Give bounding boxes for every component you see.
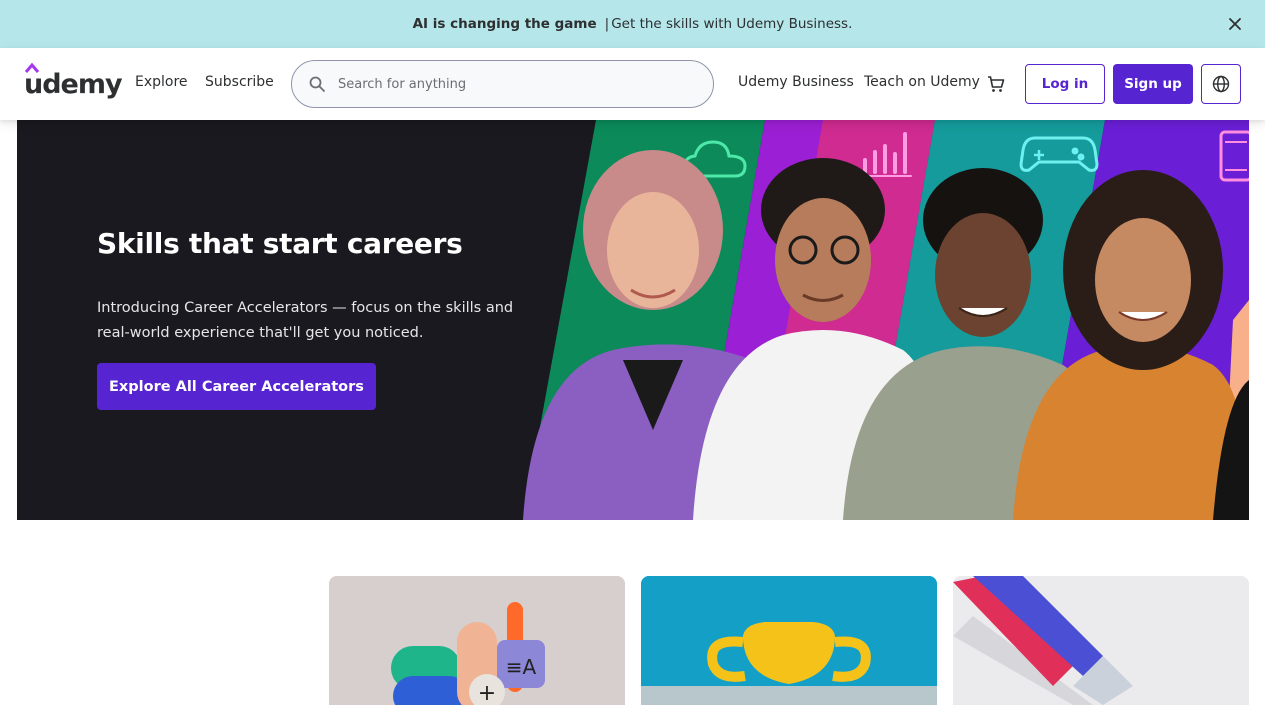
explore-career-accelerators-button[interactable]: Explore All Career Accelerators <box>97 363 376 410</box>
hero-title: Skills that start careers <box>97 227 463 260</box>
globe-icon <box>1212 75 1230 93</box>
nav-udemy-business[interactable]: Udemy Business <box>738 74 854 90</box>
svg-text:≡A: ≡A <box>506 655 537 679</box>
career-card-trophy[interactable] <box>641 576 937 705</box>
trophy-illustration <box>641 576 937 705</box>
ribbon-illustration <box>953 576 1249 705</box>
banner-text[interactable]: Get the skills with Udemy Business. <box>611 16 852 32</box>
site-header: udemy Explore Subscribe Udemy Business T… <box>0 48 1265 120</box>
nav-explore[interactable]: Explore <box>135 74 188 90</box>
promo-banner: AI is changing the game | Get the skills… <box>0 0 1265 48</box>
search-icon[interactable] <box>308 75 326 93</box>
svg-text:+: + <box>478 681 496 705</box>
hero-banner: Skills that start careers Introducing Ca… <box>17 120 1249 520</box>
search-input[interactable] <box>338 76 698 92</box>
banner-separator: | <box>604 16 610 32</box>
udemy-logo[interactable]: udemy <box>24 63 123 102</box>
career-card-building-blocks[interactable]: ≡A + <box>329 576 625 705</box>
close-icon[interactable] <box>1225 14 1245 34</box>
career-card-ribbon[interactable] <box>953 576 1249 705</box>
nav-teach-on-udemy[interactable]: Teach on Udemy <box>864 74 980 90</box>
search-bar[interactable] <box>291 60 714 108</box>
hero-description: Introducing Career Accelerators — focus … <box>97 300 514 341</box>
banner-headline[interactable]: AI is changing the game <box>413 16 597 32</box>
building-blocks-illustration: ≡A + <box>329 576 625 705</box>
nav-subscribe[interactable]: Subscribe <box>205 74 274 90</box>
logo-text: udemy <box>24 68 123 100</box>
cart-icon[interactable] <box>986 74 1006 94</box>
hero-illustration <box>523 120 1249 520</box>
signup-button[interactable]: Sign up <box>1113 64 1193 104</box>
language-button[interactable] <box>1201 64 1241 104</box>
login-button[interactable]: Log in <box>1025 64 1105 104</box>
